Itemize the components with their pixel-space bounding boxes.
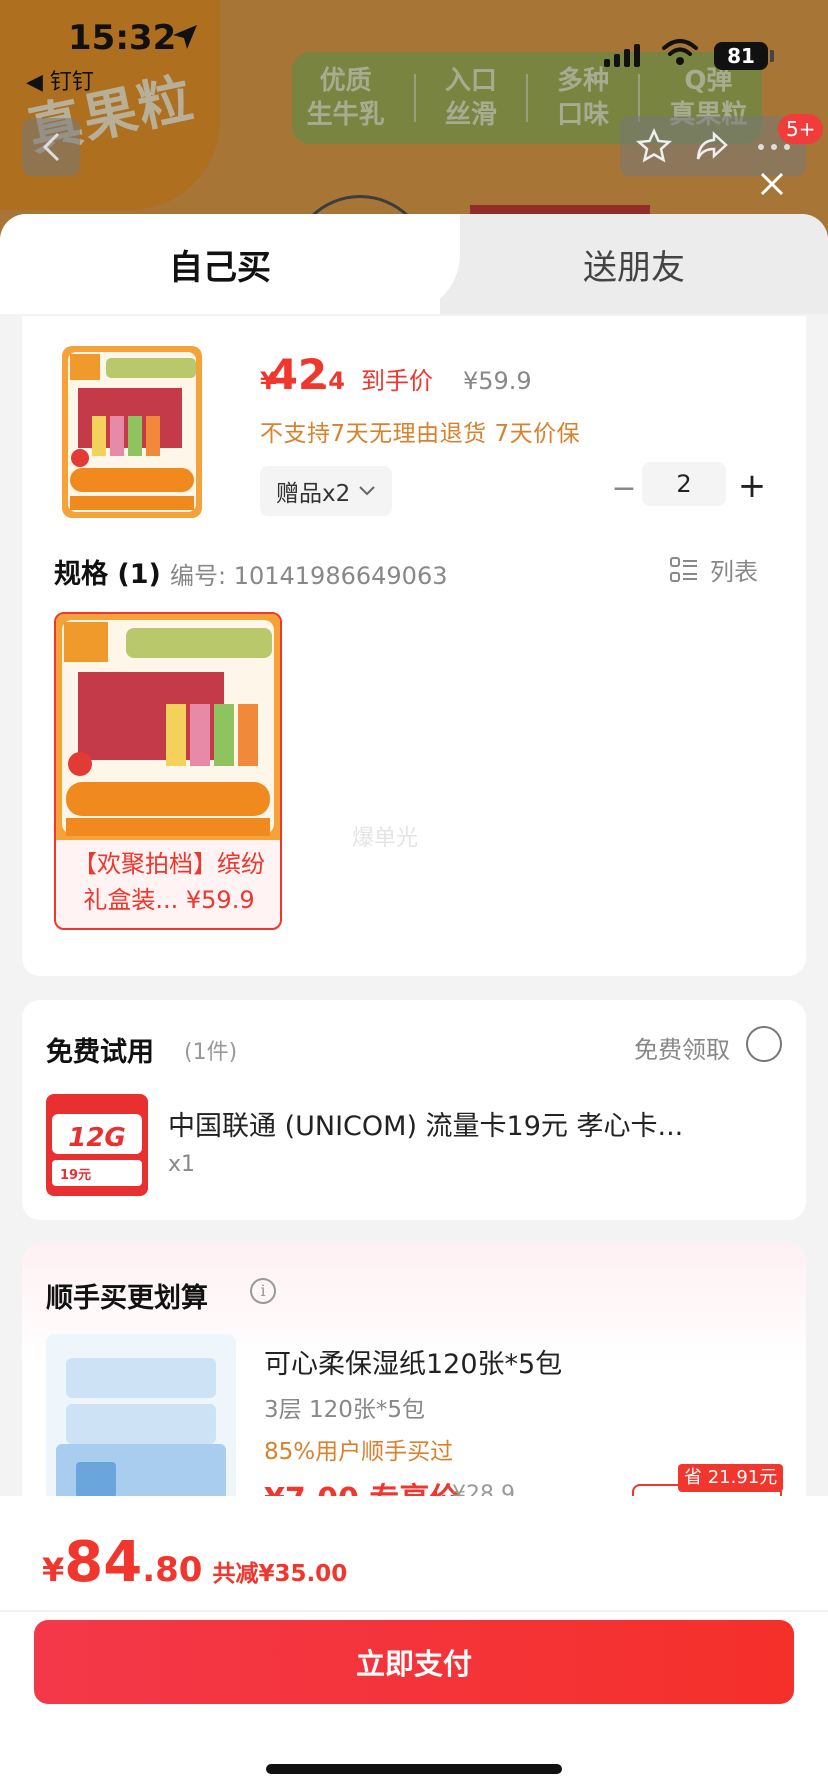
product-card: ¥ 42 .4 到手价 ¥59.9 不支持7天无理由退货 7天价保 赠品x2 −…: [22, 316, 806, 976]
price-row: ¥ 42 .4 到手价 ¥59.9: [260, 350, 532, 399]
free-trial-title: 免费试用: [46, 1037, 154, 1068]
free-claim-label: 免费领取: [634, 1036, 730, 1064]
free-trial-item-name: 中国联通 (UNICOM) 流量卡19元 孝心卡...: [168, 1111, 684, 1142]
total-price: ¥ 84 .80 共减¥35.00: [42, 1530, 347, 1595]
quantity-increase-button[interactable]: +: [732, 466, 772, 506]
pay-now-button[interactable]: 立即支付: [34, 1620, 794, 1704]
free-trial-count: (1件): [184, 1040, 238, 1065]
back-to-app-link[interactable]: ◀ 钉钉: [26, 64, 94, 96]
spec-option-card[interactable]: 【欢聚拍档】缤纷礼盒装... ¥59.9: [54, 612, 282, 930]
chevron-left-icon: [42, 132, 60, 162]
total-symbol: ¥: [42, 1551, 65, 1589]
gift-selector[interactable]: 赠品x2: [260, 466, 393, 516]
status-time: 15:32: [68, 18, 177, 58]
more-icon[interactable]: [756, 142, 792, 152]
price-label: 到手价: [360, 367, 433, 395]
location-arrow-icon: [173, 25, 197, 49]
home-indicator[interactable]: [266, 1764, 562, 1774]
addon-item-popularity: 85%用户顺手买过: [264, 1439, 454, 1465]
info-icon[interactable]: i: [250, 1278, 276, 1304]
free-trial-item-qty: x1: [168, 1152, 196, 1177]
list-label: 列表: [710, 558, 758, 586]
status-bar: 15:32 ◀ 钉钉 81: [0, 0, 828, 100]
spec-title: 规格 (1): [54, 559, 161, 590]
star-icon[interactable]: [636, 128, 672, 164]
spec-code: 编号: 10141986649063: [170, 562, 448, 590]
price-decimal: .4: [319, 367, 345, 395]
battery-level: 81: [714, 42, 768, 70]
product-thumbnail: [62, 346, 202, 518]
sim-card-price: 19元: [60, 1168, 91, 1183]
back-button[interactable]: [22, 118, 80, 176]
free-claim-radio[interactable]: [746, 1026, 782, 1062]
total-integer: 84: [64, 1530, 143, 1595]
service-promise: 不支持7天无理由退货 7天价保: [260, 421, 581, 447]
list-icon: [670, 556, 697, 582]
original-price: ¥59.9: [462, 367, 532, 395]
total-decimal: .80: [142, 1550, 203, 1590]
watermark-text: 爆单光: [352, 826, 419, 851]
cart-badge: 5+: [778, 114, 824, 144]
tab-gift-friend[interactable]: 送朋友: [410, 214, 828, 314]
addon-item-spec: 3层 120张*5包: [264, 1397, 425, 1423]
checkout-bar: ¥ 84 .80 共减¥35.00 立即支付: [0, 1496, 828, 1792]
spec-option-image: [56, 614, 280, 840]
divider: [0, 1610, 828, 1612]
close-icon[interactable]: [752, 164, 792, 204]
gift-label: 赠品x2: [276, 481, 351, 507]
tab-buy-self[interactable]: 自己买: [0, 214, 440, 314]
wifi-icon: [662, 39, 698, 65]
quantity-input[interactable]: 2: [642, 462, 726, 506]
addon-title: 顺手买更划算: [46, 1283, 208, 1314]
quantity-decrease-button[interactable]: −: [604, 468, 644, 508]
chevron-down-icon: [359, 486, 375, 496]
free-trial-card: 免费试用 (1件) 免费领取 12G 19元 中国联通 (UNICOM) 流量卡…: [22, 1000, 806, 1220]
sim-card-image: 12G 19元: [46, 1094, 148, 1196]
spec-option-name: 【欢聚拍档】缤纷礼盒装... ¥59.9: [73, 850, 265, 914]
share-icon[interactable]: [694, 128, 730, 164]
save-tag: 省 21.91元: [678, 1464, 784, 1492]
total-savings: 共减¥35.00: [212, 1561, 348, 1587]
sim-card-gb: 12G: [68, 1123, 126, 1153]
addon-item-name: 可心柔保湿纸120张*5包: [264, 1349, 563, 1380]
list-view-toggle[interactable]: 列表: [670, 552, 758, 587]
battery-tip: [770, 50, 774, 62]
cellular-signal-icon: [604, 44, 640, 67]
